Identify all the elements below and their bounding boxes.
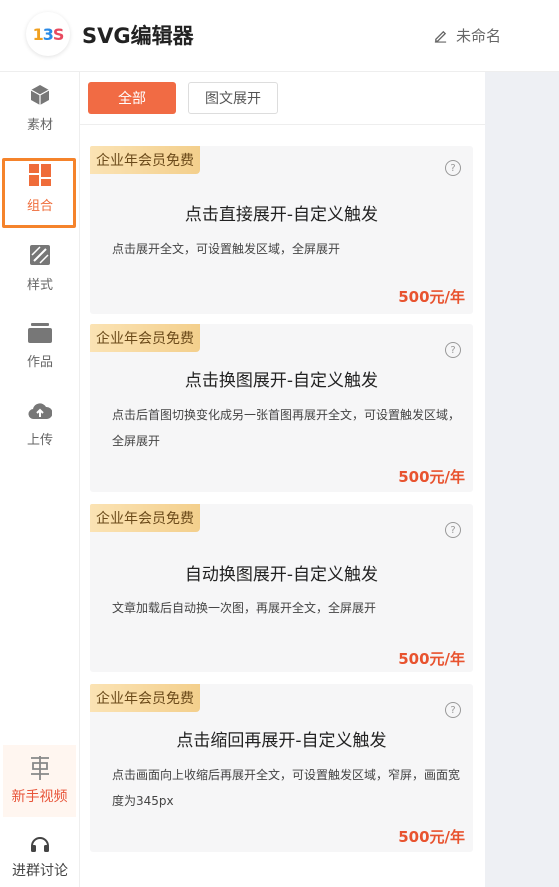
sidebar-item-style[interactable]: 样式 [0, 232, 80, 304]
card-price: 500元/年 [398, 468, 465, 486]
membership-badge: 企业年会员免费 [90, 324, 200, 352]
template-card[interactable]: 企业年会员免费 ? 点击缩回再展开-自定义触发 点击画面向上收缩后再展开全文，可… [90, 684, 473, 852]
membership-badge: 企业年会员免费 [90, 504, 200, 532]
card-description: 点击画面向上收缩后再展开全文，可设置触发区域，窄屏，画面宽度为345px [112, 768, 461, 808]
sidebar-item-upload[interactable]: 上传 [0, 388, 80, 460]
app-title: SVG编辑器 [82, 24, 194, 48]
card-description: 点击展开全文，可设置触发区域，全屏展开 [112, 242, 341, 256]
card-price: 500元/年 [398, 288, 465, 306]
document-name[interactable]: 未命名 [433, 25, 501, 46]
card-title: 自动换图展开-自定义触发 [184, 565, 379, 585]
headset-icon [31, 837, 49, 852]
divider [80, 124, 485, 125]
card-description: 点击后首图切换变化成另一张首图再展开全文，可设置触发区域，全屏展开 [112, 408, 461, 448]
sidebar-item-label: 作品 [26, 354, 53, 370]
template-card[interactable]: 企业年会员免费 ? 点击换图展开-自定义触发 点击后首图切换变化成另一张首图再展… [90, 324, 473, 492]
sidebar-item-label: 样式 [26, 277, 53, 293]
active-highlight-box [2, 158, 76, 228]
help-icon[interactable]: ? [445, 522, 461, 538]
cube-icon [30, 84, 50, 105]
card-title: 点击直接展开-自定义触发 [184, 205, 379, 225]
style-icon [30, 244, 50, 265]
sidebar-join-group[interactable]: 进群讨论 [0, 834, 80, 880]
card-price: 500元/年 [398, 650, 465, 668]
sidebar-beginner-video[interactable]: 新手视频 [3, 745, 76, 817]
membership-badge: 企业年会员免费 [90, 146, 200, 174]
sidebar-item-label: 上传 [26, 432, 53, 448]
card-price: 500元/年 [398, 828, 465, 846]
help-icon[interactable]: ? [445, 702, 461, 718]
main-panel: 全部 图文展开 企业年会员免费 ? 点击直接展开-自定义触发 点击展开全文，可设… [80, 72, 485, 887]
app-logo[interactable]: 13S [26, 12, 70, 56]
app-root: 13S SVG编辑器 未命名 素材 组合 样式 作品 上传 新手视频 进群讨论 … [0, 0, 559, 887]
template-card[interactable]: 企业年会员免费 ? 自动换图展开-自定义触发 文章加载后自动换一次图，再展开全文… [90, 504, 473, 672]
sidebar-item-works[interactable]: 作品 [0, 310, 80, 382]
help-icon[interactable]: ? [445, 160, 461, 176]
card-description: 文章加载后自动换一次图，再展开全文，全屏展开 [112, 601, 377, 615]
right-panel [485, 72, 559, 887]
template-card[interactable]: 企业年会员免费 ? 点击直接展开-自定义触发 点击展开全文，可设置触发区域，全屏… [90, 146, 473, 314]
header: 13S SVG编辑器 未命名 [0, 0, 559, 72]
folder-icon [28, 322, 52, 343]
sidebar: 素材 组合 样式 作品 上传 新手视频 进群讨论 [0, 72, 80, 887]
beginner-video-label: 新手视频 [11, 789, 68, 805]
cloud-upload-icon [28, 402, 52, 419]
pencil-icon [434, 30, 447, 43]
help-icon[interactable]: ? [445, 342, 461, 358]
document-name-label: 未命名 [455, 27, 501, 45]
sidebar-item-label: 素材 [26, 117, 53, 133]
membership-badge: 企业年会员免费 [90, 684, 200, 712]
card-title: 点击缩回再展开-自定义触发 [176, 731, 387, 751]
sidebar-item-materials[interactable]: 素材 [0, 72, 80, 144]
video-tutorial-icon [30, 756, 49, 780]
join-group-label: 进群讨论 [12, 863, 68, 879]
filter-tabs: 全部 图文展开 [88, 82, 278, 114]
tab-all[interactable]: 全部 [88, 82, 176, 114]
tab-graphic-expand[interactable]: 图文展开 [188, 82, 278, 114]
card-title: 点击换图展开-自定义触发 [184, 371, 379, 391]
